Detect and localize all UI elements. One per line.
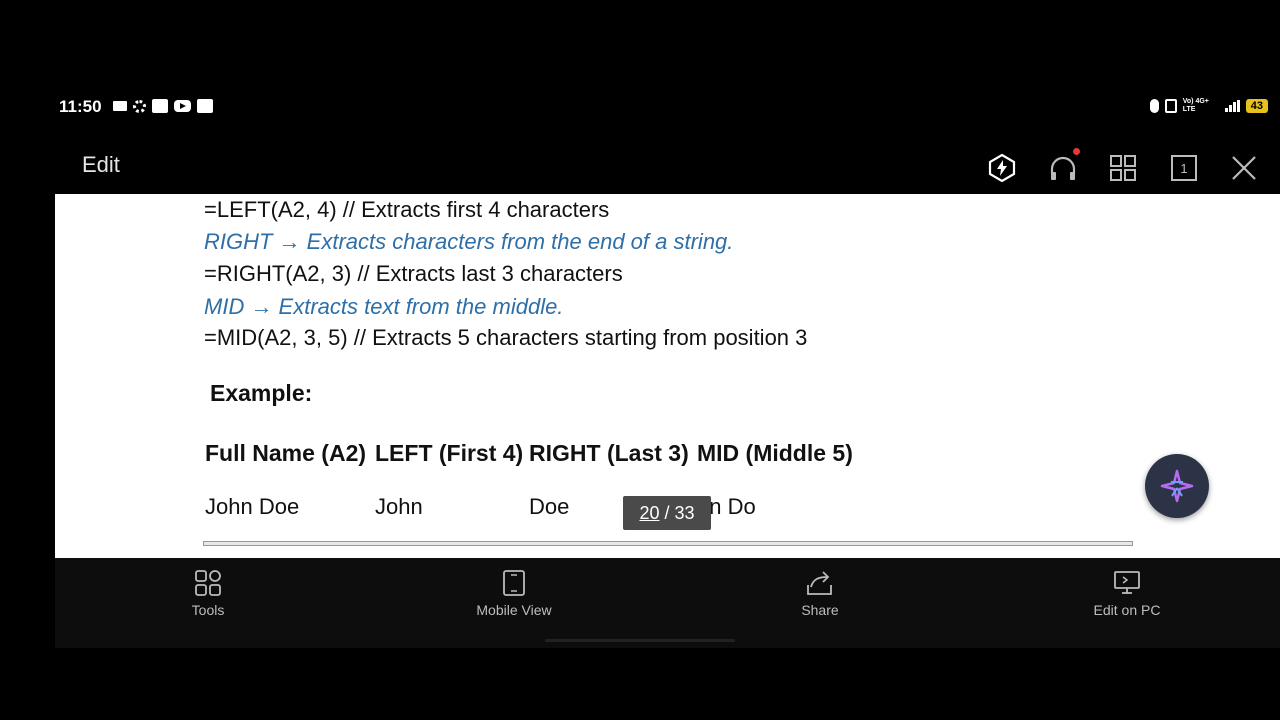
sparkle-icon: [1160, 469, 1194, 503]
table-header-mid: MID (Middle 5): [697, 440, 853, 466]
microphone-icon: [1149, 99, 1159, 113]
bottom-toolbar: Tools Mobile View Share Edit on PC: [55, 558, 1280, 648]
page-separator: /: [659, 502, 675, 523]
table-header-left: LEFT (First 4): [375, 440, 524, 466]
total-pages: 33: [674, 502, 695, 523]
network-label: Vo) 4G+ LTE: [1182, 98, 1209, 113]
table-cell-right: Doe: [529, 494, 570, 519]
formula-mid-line: =MID(A2, 3, 5) // Extracts 5 characters …: [204, 325, 808, 350]
table-cell-left: John: [375, 494, 423, 519]
edit-on-pc-label: Edit on PC: [1093, 602, 1161, 618]
lightning-badge-icon[interactable]: [984, 150, 1020, 186]
page-count-icon[interactable]: 1: [1166, 150, 1202, 186]
tools-button[interactable]: Tools: [148, 568, 268, 618]
ai-assistant-button[interactable]: [1145, 454, 1209, 518]
tools-label: Tools: [191, 602, 225, 618]
video-icon: [113, 101, 127, 111]
status-time: 11:50: [59, 97, 102, 116]
table-header-right: RIGHT (Last 3): [529, 440, 689, 466]
current-page: 20: [639, 502, 660, 523]
message-icon: [197, 99, 213, 113]
document-page[interactable]: =LEFT(A2, 4) // Extracts first 4 charact…: [55, 194, 1280, 558]
tools-icon: [148, 568, 268, 598]
close-icon[interactable]: [1226, 150, 1262, 186]
mid-description-line: MID → Extracts text from the middle.: [204, 294, 564, 319]
edit-on-pc-icon: [1067, 568, 1187, 598]
edit-button[interactable]: Edit: [82, 152, 120, 178]
mobile-view-button[interactable]: Mobile View: [454, 568, 574, 618]
headphones-icon[interactable]: [1045, 148, 1081, 186]
right-description-line: RIGHT → Extracts characters from the end…: [204, 229, 734, 254]
page-count-number: 1: [1171, 155, 1197, 181]
table-cell-full-name: John Doe: [205, 494, 300, 519]
gear-icon: [133, 99, 146, 113]
status-right-icons: Vo) 4G+ LTE 43: [1149, 98, 1268, 114]
share-button[interactable]: Share: [760, 568, 880, 618]
edit-on-pc-button[interactable]: Edit on PC: [1067, 568, 1187, 618]
status-bar: 11:50 Vo) 4G+ LTE 43: [55, 72, 1280, 142]
notification-dot: [1073, 148, 1080, 155]
mobile-view-label: Mobile View: [476, 602, 552, 618]
share-icon: [760, 568, 880, 598]
share-label: Share: [801, 602, 839, 618]
app-bar: Edit 1: [55, 142, 1280, 194]
page-indicator[interactable]: 20 / 33: [623, 496, 711, 530]
mobile-view-icon: [454, 568, 574, 598]
signal-icon: [1224, 100, 1240, 112]
home-indicator[interactable]: [545, 639, 735, 642]
table-header-full-name: Full Name (A2): [205, 440, 367, 466]
status-notification-icons: [113, 99, 213, 113]
example-heading: Example:: [210, 380, 313, 406]
formula-left-line: =LEFT(A2, 4) // Extracts first 4 charact…: [204, 197, 610, 222]
vibrate-icon: [1164, 99, 1177, 113]
battery-level: 43: [1245, 99, 1268, 113]
grid-icon[interactable]: [1105, 150, 1141, 186]
youtube-icon: [174, 100, 191, 112]
formula-right-line: =RIGHT(A2, 3) // Extracts last 3 charact…: [204, 261, 623, 286]
link-icon: [152, 99, 168, 113]
phone-screen: 11:50 Vo) 4G+ LTE 43 Edit 1 =LEFT(A2, 4)…: [55, 72, 1280, 648]
horizontal-scrollbar[interactable]: [203, 541, 1133, 546]
